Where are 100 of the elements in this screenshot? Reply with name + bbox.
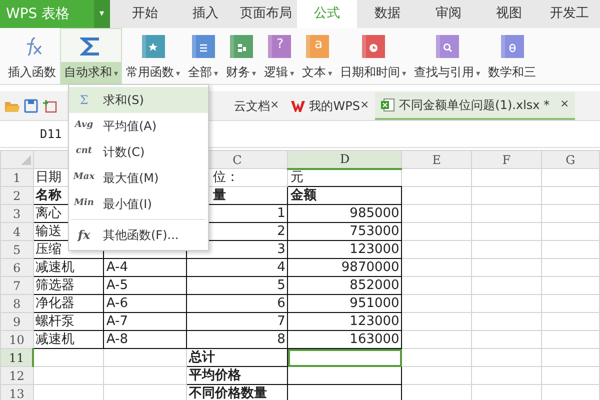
table-cell: A-6 [106, 296, 128, 310]
function-icon: Σ [69, 91, 99, 109]
ribbon-button[interactable]: 数学和三 [484, 28, 540, 85]
function-icon: Min [69, 197, 99, 211]
table-cell: 9870000 [341, 260, 400, 274]
menu-item[interactable]: Σ 求和(S) [69, 87, 208, 113]
table-cell: 951000 [350, 296, 400, 310]
column-header[interactable]: E [402, 150, 472, 168]
table-cell: 元 [290, 170, 304, 185]
column-header[interactable]: F [472, 150, 542, 168]
ribbon-button[interactable]: 插入函数 [4, 28, 60, 85]
table-cell: 7 [277, 314, 286, 328]
row-header[interactable]: 6 [0, 258, 34, 276]
table-cell: 123000 [350, 314, 400, 328]
table-cell: 总计 [189, 350, 216, 364]
table-cell: 净化器 [36, 296, 75, 310]
ribbon-tab[interactable]: 插入 [175, 0, 236, 28]
function-icon: Avg [69, 119, 99, 133]
row-header[interactable]: 4 [0, 222, 34, 240]
table-cell: 螺杆泵 [36, 314, 75, 328]
row-header[interactable]: 7 [0, 276, 34, 294]
row-header[interactable]: 1 [0, 168, 34, 186]
document-tab[interactable]: 不同金额单位问题(1).xlsx * × [375, 92, 576, 120]
column-header[interactable]: G [541, 150, 600, 168]
ribbon-button[interactable]: 自动求和 ▾ [60, 28, 122, 85]
function-icon: Max [69, 171, 99, 185]
row-header[interactable]: 10 [0, 330, 34, 348]
table-cell: 5 [277, 278, 286, 292]
row-header[interactable]: 3 [0, 204, 34, 222]
table-cell: A-7 [106, 314, 128, 328]
table-cell: 8 [277, 332, 286, 346]
table-cell: 3 [277, 242, 286, 256]
table-cell: 名称 [36, 188, 62, 202]
ribbon-tab[interactable]: 视图 [478, 0, 540, 28]
table-cell: 压缩 [36, 242, 62, 256]
spreadsheet-icon [381, 98, 396, 112]
row-header[interactable]: 8 [0, 294, 34, 312]
function-icon: cnt [69, 145, 99, 159]
ribbon-button[interactable]: 查找与引用 ▾ [410, 28, 484, 85]
table-cell: 123000 [350, 242, 400, 256]
book-glyph: ? [276, 36, 284, 52]
ribbon-tab[interactable]: 数据 [357, 0, 418, 28]
row-header[interactable]: 5 [0, 240, 34, 258]
table-cell: 量 [213, 188, 226, 202]
ribbon-button[interactable]: 全部 ▾ [184, 28, 222, 85]
book-glyph: a [314, 36, 323, 52]
export-icon[interactable] [42, 98, 58, 112]
menu-item[interactable]: fx 其他函数(F)... [69, 222, 208, 248]
ribbon-button[interactable]: 常用函数 ▾ [122, 28, 184, 85]
table-cell: 减速机 [36, 332, 75, 346]
menu-item[interactable]: Avg 平均值(A) [69, 113, 208, 139]
table-cell: A-4 [106, 260, 128, 274]
sigma-icon [80, 35, 102, 57]
row-header[interactable]: 11 [0, 348, 34, 366]
table-cell: A-5 [106, 278, 128, 292]
close-icon[interactable]: × [560, 96, 570, 113]
document-tab[interactable]: 云文档× [224, 92, 286, 120]
logo-icon [291, 100, 306, 112]
table-cell: 753000 [350, 224, 400, 238]
close-icon[interactable]: × [360, 97, 370, 114]
table-cell: 位： [213, 170, 240, 184]
ribbon-tab[interactable]: 页面布局 [236, 0, 297, 28]
corner-icon [20, 155, 31, 166]
ribbon-tab[interactable]: 开发工 [539, 0, 600, 28]
ribbon-button[interactable]: 财务 ▾ [222, 28, 260, 85]
table-cell: 不同价格数量 [189, 386, 268, 400]
ribbon-button[interactable]: a 文本 ▾ [298, 28, 336, 85]
app-menu-button[interactable]: WPS 表格 ▾ [0, 0, 110, 28]
menu-item[interactable]: Min 最小值(I) [69, 191, 208, 217]
table-cell: A-8 [106, 332, 128, 346]
table-cell: 平均价格 [189, 368, 242, 382]
table-cell: 6 [277, 296, 286, 310]
table-cell: 离心 [36, 206, 62, 220]
table-cell: 985000 [350, 206, 400, 220]
column-header[interactable]: D [288, 150, 402, 168]
table-cell: 1 [277, 206, 286, 220]
table-cell: 金额 [290, 188, 316, 202]
table-cell: 减速机 [36, 260, 75, 274]
document-tab[interactable]: 我的WPS× [285, 92, 376, 120]
table-cell: 4 [277, 260, 286, 274]
ribbon-tab[interactable]: 审阅 [418, 0, 479, 28]
ribbon-tab[interactable]: 公式 [296, 0, 358, 28]
save-icon[interactable] [24, 98, 38, 112]
function-icon: fx [69, 226, 99, 244]
close-icon[interactable]: × [270, 97, 280, 114]
table-cell: 2 [277, 224, 286, 238]
table-cell: 163000 [350, 332, 400, 346]
table-cell: 输送 [36, 224, 62, 238]
selected-cell[interactable] [288, 348, 402, 366]
ribbon-button[interactable]: 日期和时间 ▾ [336, 28, 410, 85]
table-cell: 852000 [350, 278, 400, 292]
row-header[interactable]: 2 [0, 186, 34, 204]
row-header[interactable]: 12 [0, 366, 34, 384]
ribbon-tab[interactable]: 开始 [114, 0, 176, 28]
table-cell: 筛选器 [36, 278, 75, 292]
table-cell: 日期 [36, 170, 62, 184]
ribbon-button[interactable]: ? 逻辑 ▾ [260, 28, 298, 85]
row-header[interactable]: 9 [0, 312, 34, 330]
row-header[interactable]: 13 [0, 384, 34, 400]
caret-icon: ▾ [94, 0, 110, 28]
